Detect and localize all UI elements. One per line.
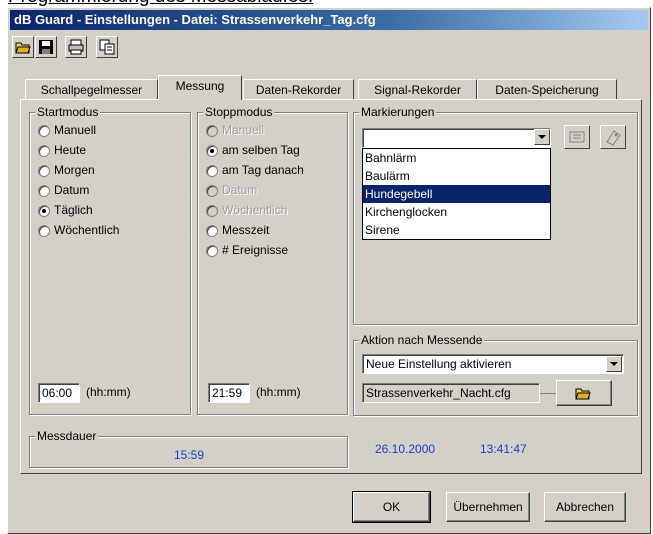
ok-button[interactable]: OK bbox=[352, 491, 431, 523]
startmodus-legend: Startmodus bbox=[35, 105, 101, 119]
stoppmodus-group: Stoppmodus Manuell am selben Tag am Tag … bbox=[197, 105, 348, 415]
print-icon bbox=[68, 39, 84, 55]
list-item[interactable]: Bahnlärm bbox=[363, 149, 550, 167]
list-item-selected[interactable]: Hundegebell bbox=[363, 185, 550, 203]
open-folder-icon bbox=[15, 42, 31, 54]
connector-line bbox=[540, 393, 556, 394]
stoppmodus-legend: Stoppmodus bbox=[203, 105, 275, 119]
print-button[interactable] bbox=[65, 36, 87, 58]
markierungen-dropdown-button[interactable] bbox=[534, 129, 550, 145]
tag-marker-button[interactable] bbox=[600, 125, 626, 149]
copy-button[interactable] bbox=[96, 36, 118, 58]
start-time-unit: (hh:mm) bbox=[86, 385, 131, 399]
tab-panel-messung: Startmodus Manuell Heute Morgen Datum Tä… bbox=[20, 99, 642, 474]
tab-daten-speicherung[interactable]: Daten-Speicherung bbox=[477, 79, 617, 101]
aktion-group: Aktion nach Messende Neue Einstellung ak… bbox=[353, 333, 638, 416]
aktion-legend: Aktion nach Messende bbox=[359, 333, 485, 347]
cancel-button[interactable]: Abbrechen bbox=[544, 492, 626, 522]
markierungen-legend: Markierungen bbox=[359, 105, 437, 119]
aktion-dropdown-button[interactable] bbox=[606, 356, 622, 372]
status-date: 26.10.2000 bbox=[375, 442, 436, 456]
list-edit-icon bbox=[569, 131, 585, 143]
list-item[interactable]: Sirene bbox=[363, 221, 550, 239]
apply-button[interactable]: Übernehmen bbox=[446, 492, 530, 522]
settings-window: dB Guard - Einstellungen - Datei: Strass… bbox=[7, 7, 651, 534]
open-button[interactable] bbox=[12, 36, 34, 58]
tag-icon bbox=[606, 130, 621, 146]
open-folder-icon bbox=[575, 388, 591, 400]
copy-icon bbox=[99, 39, 115, 55]
messdauer-group: Messdauer 15:59 bbox=[29, 429, 348, 468]
list-item[interactable]: Baulärm bbox=[363, 167, 550, 185]
tab-signal-rekorder[interactable]: Signal-Rekorder bbox=[358, 79, 477, 101]
stop-time-input[interactable]: 21:59 bbox=[208, 383, 250, 403]
tab-schallpegelmesser[interactable]: Schallpegelmesser bbox=[25, 79, 158, 101]
markierungen-combo[interactable] bbox=[362, 128, 551, 148]
startmodus-group: Startmodus Manuell Heute Morgen Datum Tä… bbox=[29, 105, 191, 415]
aktion-select[interactable]: Neue Einstellung aktivieren bbox=[362, 354, 624, 374]
markierungen-group: Markierungen Bahnlärm Baulärm Hundegebel… bbox=[353, 105, 638, 325]
tab-messung[interactable]: Messung bbox=[158, 75, 242, 100]
messdauer-legend: Messdauer bbox=[35, 429, 99, 443]
window-title: dB Guard - Einstellungen - Datei: Strass… bbox=[10, 10, 648, 30]
start-time-input[interactable]: 06:00 bbox=[38, 383, 80, 403]
markierungen-dropdown-list[interactable]: Bahnlärm Baulärm Hundegebell Kirchengloc… bbox=[362, 148, 551, 240]
aktion-select-value: Neue Einstellung aktivieren bbox=[366, 357, 512, 371]
stop-time-unit: (hh:mm) bbox=[256, 385, 301, 399]
tab-daten-rekorder[interactable]: Daten-Rekorder bbox=[243, 79, 354, 101]
messdauer-value: 15:59 bbox=[174, 448, 205, 462]
edit-markers-button[interactable] bbox=[564, 125, 590, 149]
browse-file-button[interactable] bbox=[556, 380, 612, 406]
aktion-file-field[interactable]: Strassenverkehr_Nacht.cfg bbox=[362, 383, 540, 403]
status-time: 13:41:47 bbox=[480, 442, 527, 456]
save-button[interactable] bbox=[35, 36, 57, 58]
list-item[interactable]: Kirchenglocken bbox=[363, 203, 550, 221]
save-disk-icon bbox=[39, 40, 53, 54]
